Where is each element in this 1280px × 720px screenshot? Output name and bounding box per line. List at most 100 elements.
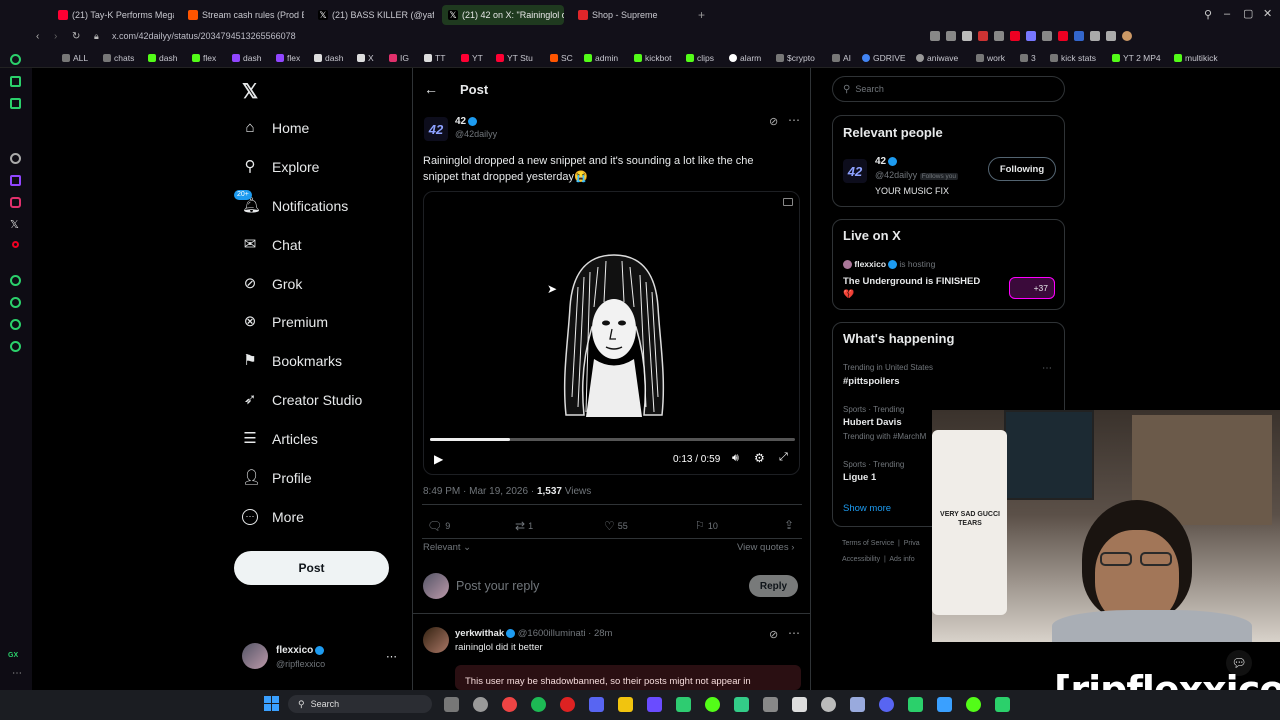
history-icon[interactable] <box>10 275 21 286</box>
bookmark-item[interactable]: YT 2 MP4 <box>1112 53 1161 63</box>
app-icon[interactable] <box>879 697 894 712</box>
picture-in-picture-icon[interactable] <box>783 198 793 206</box>
author-avatar[interactable]: 42 <box>424 117 448 141</box>
browser-tab-active[interactable]: 𝕏 (21) 42 on X: "Raininglol d <box>442 5 564 25</box>
nav-home[interactable]: ⌂ Home <box>242 120 309 137</box>
account-menu-icon[interactable]: ⋯ <box>386 650 397 663</box>
post-button[interactable]: Post <box>234 551 389 585</box>
like-action[interactable]: ♡ 55 <box>604 519 628 533</box>
clock-icon[interactable] <box>10 297 21 308</box>
bookmark-item[interactable]: multikick <box>1174 53 1218 63</box>
nav-articles[interactable]: ☰ Articles <box>242 431 318 448</box>
bookmark-item[interactable]: aniwave <box>916 53 958 63</box>
browser-tab[interactable]: Shop - Supreme <box>572 5 694 25</box>
trend-menu-icon[interactable]: ⋯ <box>1042 363 1052 374</box>
share-icon[interactable]: ⇪ <box>784 518 794 532</box>
extension-icon[interactable] <box>1026 31 1036 41</box>
reply-input[interactable]: Post your reply <box>456 579 539 593</box>
bookmark-item[interactable]: flex <box>192 53 216 63</box>
bookmark-folder[interactable]: ALL <box>62 53 88 63</box>
app-icon[interactable] <box>995 697 1010 712</box>
reply-menu-icon[interactable]: ⋯ <box>788 626 800 640</box>
twitch-icon[interactable] <box>10 175 21 186</box>
following-button[interactable]: Following <box>988 157 1056 181</box>
search-input[interactable]: ⚲ Search <box>832 76 1065 102</box>
bookmark-item[interactable]: dash <box>148 53 177 63</box>
extensions-icon[interactable] <box>10 319 21 330</box>
record-icon[interactable] <box>12 241 19 248</box>
video-progress-track[interactable] <box>430 438 795 441</box>
video-player[interactable]: ➤ ▶ 0:13 / 0:59 🔊︎ ⚙ ⤢ <box>423 191 800 475</box>
app-icon[interactable] <box>937 697 952 712</box>
gx-sidebar-icon[interactable] <box>10 98 21 109</box>
bookmark-item[interactable]: clips <box>686 53 714 63</box>
extension-icon[interactable] <box>1042 31 1052 41</box>
reply-sort-dropdown[interactable]: Relevant ⌄ <box>423 542 471 553</box>
gx-sidebar-icon[interactable] <box>10 76 21 87</box>
app-icon[interactable] <box>734 697 749 712</box>
task-view-icon[interactable] <box>444 697 459 712</box>
person-name[interactable]: 42 <box>875 156 898 167</box>
gx-control-icon[interactable]: GX <box>8 652 18 659</box>
discord-icon[interactable] <box>589 697 604 712</box>
app-icon[interactable] <box>647 697 662 712</box>
bookmark-item[interactable]: flex <box>276 53 300 63</box>
bookmark-item[interactable]: kick stats <box>1050 53 1096 63</box>
bookmark-item[interactable]: YT Stu <box>496 53 533 63</box>
app-icon[interactable] <box>763 697 778 712</box>
view-quotes-link[interactable]: View quotes › <box>737 542 794 553</box>
browser-tab[interactable]: 𝕏 (21) BASS KILLER (@yafio <box>312 5 434 25</box>
bookmark-item[interactable]: admin <box>584 53 618 63</box>
extension-icon[interactable] <box>1106 31 1116 41</box>
author-name[interactable]: 42 <box>455 116 478 127</box>
nav-explore[interactable]: ⚲ Explore <box>242 159 320 176</box>
listener-count[interactable]: +37 <box>1009 277 1055 299</box>
volume-icon[interactable]: 🔊︎ <box>732 452 739 465</box>
bookmark-item[interactable]: dash <box>232 53 261 63</box>
trend-name[interactable]: Hubert Davis <box>843 417 902 428</box>
settings-gear-icon[interactable]: ⚙ <box>754 451 765 465</box>
fullscreen-icon[interactable]: ⤢ <box>779 451 788 464</box>
account-name[interactable]: flexxico <box>276 645 325 656</box>
settings-icon[interactable] <box>10 341 21 352</box>
x-logo-icon[interactable]: 𝕏 <box>10 218 19 231</box>
grok-explain-icon[interactable]: ⊘ <box>769 115 778 128</box>
file-explorer-icon[interactable] <box>618 697 633 712</box>
bookmark-item[interactable]: kickbot <box>634 53 671 63</box>
reply-avatar[interactable] <box>423 627 449 653</box>
gx-sidebar-icon[interactable] <box>10 54 21 65</box>
nav-grok[interactable]: ⊘ Grok <box>242 276 303 293</box>
extension-icon[interactable] <box>930 31 940 41</box>
bookmark-item[interactable]: IG <box>389 53 409 63</box>
live-host[interactable]: flexxico is hosting <box>843 259 935 270</box>
new-tab-icon[interactable]: + <box>698 8 705 22</box>
app-icon[interactable] <box>705 697 720 712</box>
bookmark-item[interactable]: dash <box>314 53 343 63</box>
taskbar-search[interactable]: ⚲ Search <box>288 695 432 713</box>
chatgpt-icon[interactable] <box>821 697 836 712</box>
profile-avatar-icon[interactable] <box>1122 31 1132 41</box>
trend-name[interactable]: #pittspoilers <box>843 376 900 387</box>
app-icon[interactable] <box>850 697 865 712</box>
extension-icon[interactable] <box>1090 31 1100 41</box>
extension-icon[interactable] <box>1058 31 1068 41</box>
footer-links[interactable]: Terms of Service | Priva <box>842 540 920 547</box>
bookmark-item[interactable]: YT <box>461 53 483 63</box>
post-menu-icon[interactable]: ⋯ <box>788 113 800 127</box>
close-window-icon[interactable]: ✕ <box>1263 7 1272 20</box>
windows-start-icon[interactable] <box>264 696 279 711</box>
nav-premium[interactable]: ⊗ Premium <box>242 314 328 331</box>
person-avatar[interactable]: 42 <box>843 159 867 183</box>
bookmark-item[interactable]: SC <box>550 53 573 63</box>
browser-tab[interactable]: (21) Tay-K Performs Megan <box>52 5 174 25</box>
bookmark-item[interactable]: TT <box>424 53 445 63</box>
repost-action[interactable]: ⇄ 1 <box>515 519 533 533</box>
chrome-icon[interactable] <box>502 697 517 712</box>
bookmark-item[interactable]: X <box>357 53 374 63</box>
x-logo-icon[interactable]: 𝕏 <box>242 79 258 104</box>
window-search-icon[interactable]: ⚲ <box>1204 8 1212 21</box>
opera-gx-icon[interactable] <box>560 697 575 712</box>
play-icon[interactable]: ▶ <box>434 452 443 466</box>
reply-button[interactable]: Reply <box>749 575 798 597</box>
extension-icon[interactable] <box>946 31 956 41</box>
